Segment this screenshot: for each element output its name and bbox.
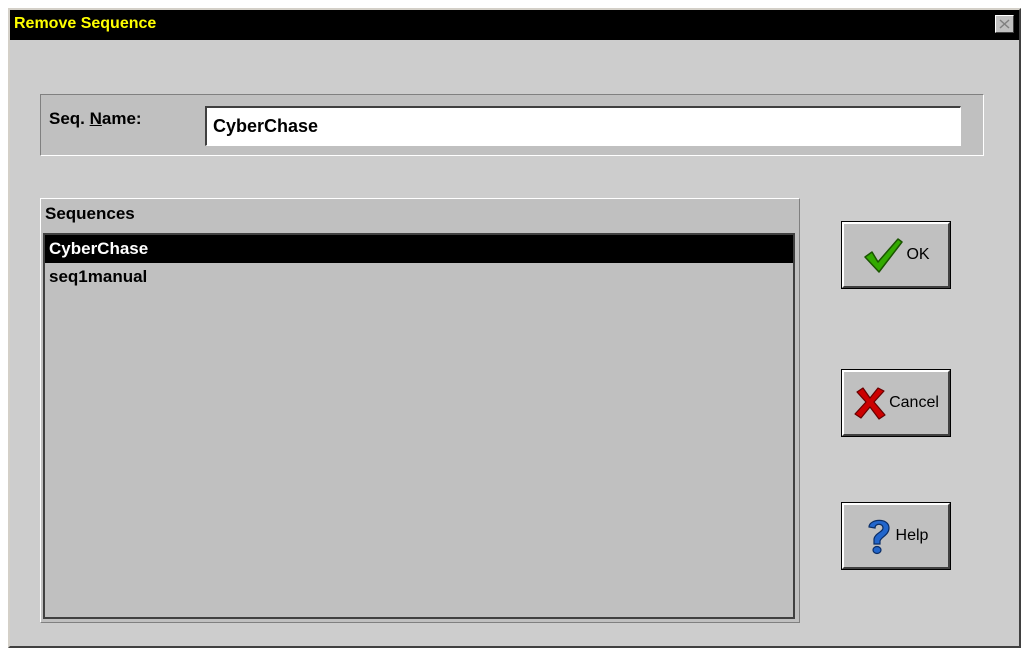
sequences-panel: Sequences CyberChase seq1manual xyxy=(40,198,800,623)
seq-name-label-suffix: ame: xyxy=(101,109,142,128)
checkmark-icon xyxy=(864,238,904,273)
seq-name-label-prefix: Seq. xyxy=(49,109,90,128)
dialog-title: Remove Sequence xyxy=(14,15,157,32)
remove-sequence-dialog: Remove Sequence Seq. Name: Sequences Cyb… xyxy=(8,8,1021,648)
sequences-listbox[interactable]: CyberChase seq1manual xyxy=(43,233,795,619)
close-icon xyxy=(999,19,1010,29)
question-mark-icon xyxy=(867,519,890,555)
seq-name-label-accelerator: N xyxy=(89,109,102,128)
seq-name-label: Seq. Name: xyxy=(49,109,142,129)
cancel-label: Cancel xyxy=(889,394,939,411)
title-bar[interactable]: Remove Sequence xyxy=(10,10,1019,40)
red-x-icon xyxy=(854,387,886,420)
cancel-button[interactable]: Cancel xyxy=(841,369,951,437)
sequences-header: Sequences xyxy=(45,204,135,223)
seq-name-input[interactable] xyxy=(205,106,961,146)
help-label: Help xyxy=(895,527,929,544)
ok-label: OK xyxy=(906,246,930,263)
help-button[interactable]: Help xyxy=(841,502,951,570)
close-button[interactable] xyxy=(995,15,1014,33)
ok-button[interactable]: OK xyxy=(841,221,951,289)
sequence-name-panel: Seq. Name: xyxy=(40,94,984,156)
list-item-cyberchase[interactable]: CyberChase xyxy=(45,235,793,263)
list-item-seq1manual[interactable]: seq1manual xyxy=(45,263,793,291)
